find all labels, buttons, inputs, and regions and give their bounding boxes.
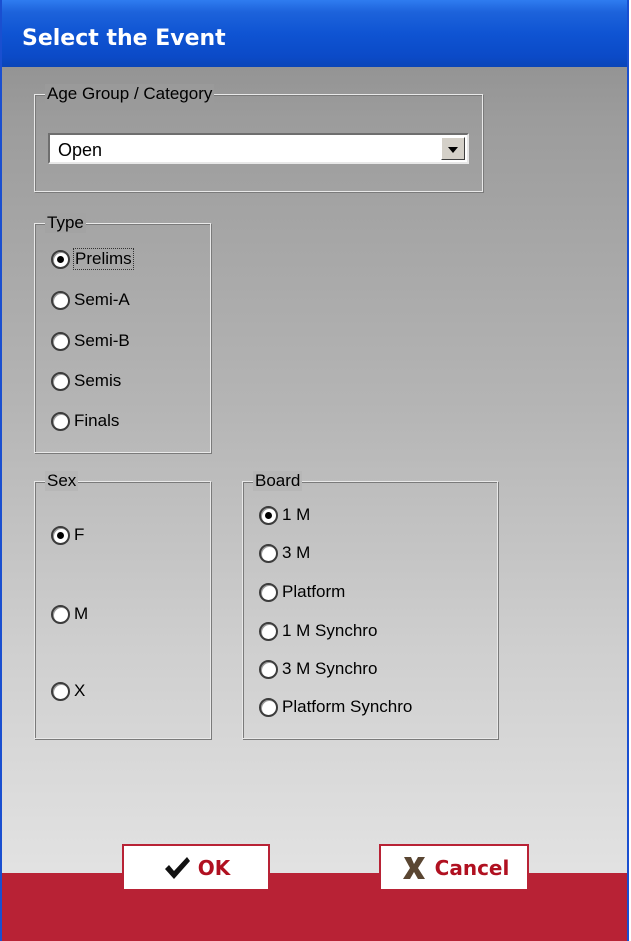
radio-icon[interactable]	[259, 697, 278, 717]
sex-fieldset: Sex F M X	[34, 471, 211, 739]
age-group-fieldset: Age Group / Category Open	[34, 84, 483, 192]
board-option-platform[interactable]: Platform	[259, 580, 345, 604]
board-legend: Board	[253, 471, 303, 491]
board-option-label: Platform Synchro	[282, 697, 413, 716]
type-option-prelims[interactable]: Prelims	[51, 247, 134, 271]
age-group-legend: Age Group / Category	[45, 84, 215, 104]
sex-legend: Sex	[45, 471, 79, 491]
radio-icon[interactable]	[51, 290, 70, 310]
type-legend: Type	[45, 213, 86, 233]
dialog-window: Select the Event Age Group / Category Op…	[0, 0, 629, 941]
radio-checked-icon[interactable]	[259, 505, 278, 525]
radio-checked-icon[interactable]	[51, 525, 70, 545]
checkmark-icon	[164, 856, 190, 879]
sex-option-label: X	[74, 681, 86, 700]
type-option-finals[interactable]: Finals	[51, 409, 119, 433]
board-option-3m[interactable]: 3 M	[259, 541, 310, 565]
sex-option-label: F	[74, 525, 85, 544]
radio-icon[interactable]	[259, 621, 278, 641]
radio-icon[interactable]	[259, 659, 278, 679]
ok-button[interactable]: OK	[122, 844, 270, 891]
age-group-selected-value: Open	[58, 140, 103, 160]
window-title: Select the Event	[22, 26, 226, 51]
radio-icon[interactable]	[51, 331, 70, 351]
x-icon	[402, 856, 425, 879]
board-option-1m[interactable]: 1 M	[259, 503, 310, 527]
radio-icon[interactable]	[51, 371, 70, 391]
board-option-label: 3 M Synchro	[282, 659, 378, 678]
board-option-1m-synchro[interactable]: 1 M Synchro	[259, 619, 377, 643]
radio-icon[interactable]	[259, 543, 278, 563]
board-fieldset: Board 1 M 3 M Platform 1 M Synchro 3 M S…	[242, 471, 498, 739]
age-group-select[interactable]: Open	[48, 133, 469, 164]
radio-icon[interactable]	[51, 681, 70, 701]
type-option-label: Semi-A	[74, 290, 130, 309]
sex-option-label: M	[74, 604, 89, 623]
radio-checked-icon[interactable]	[51, 249, 70, 269]
type-fieldset: Type Prelims Semi-A Semi-B Semis Finals	[34, 213, 211, 453]
radio-icon[interactable]	[51, 604, 70, 624]
board-option-label: 3 M	[282, 543, 311, 562]
board-option-platform-synchro[interactable]: Platform Synchro	[259, 695, 412, 719]
type-option-semi-a[interactable]: Semi-A	[51, 288, 130, 312]
board-option-label: 1 M	[282, 505, 311, 524]
radio-icon[interactable]	[259, 582, 278, 602]
board-option-label: Platform	[282, 582, 346, 601]
footer-bar	[2, 873, 627, 941]
board-option-3m-synchro[interactable]: 3 M Synchro	[259, 657, 377, 681]
title-bar[interactable]: Select the Event	[2, 0, 627, 67]
chevron-down-icon[interactable]	[441, 137, 465, 160]
type-option-label: Semis	[74, 371, 122, 390]
sex-option-x[interactable]: X	[51, 679, 85, 703]
sex-option-f[interactable]: F	[51, 523, 84, 547]
sex-option-m[interactable]: M	[51, 602, 88, 626]
radio-icon[interactable]	[51, 411, 70, 431]
type-option-label: Prelims	[73, 248, 134, 270]
type-option-label: Semi-B	[74, 331, 130, 350]
cancel-button-label: Cancel	[434, 855, 510, 880]
type-option-semis[interactable]: Semis	[51, 369, 121, 393]
ok-button-label: OK	[197, 855, 231, 880]
type-option-label: Finals	[74, 411, 120, 430]
cancel-button[interactable]: Cancel	[379, 844, 529, 891]
type-option-semi-b[interactable]: Semi-B	[51, 329, 130, 353]
board-option-label: 1 M Synchro	[282, 621, 378, 640]
